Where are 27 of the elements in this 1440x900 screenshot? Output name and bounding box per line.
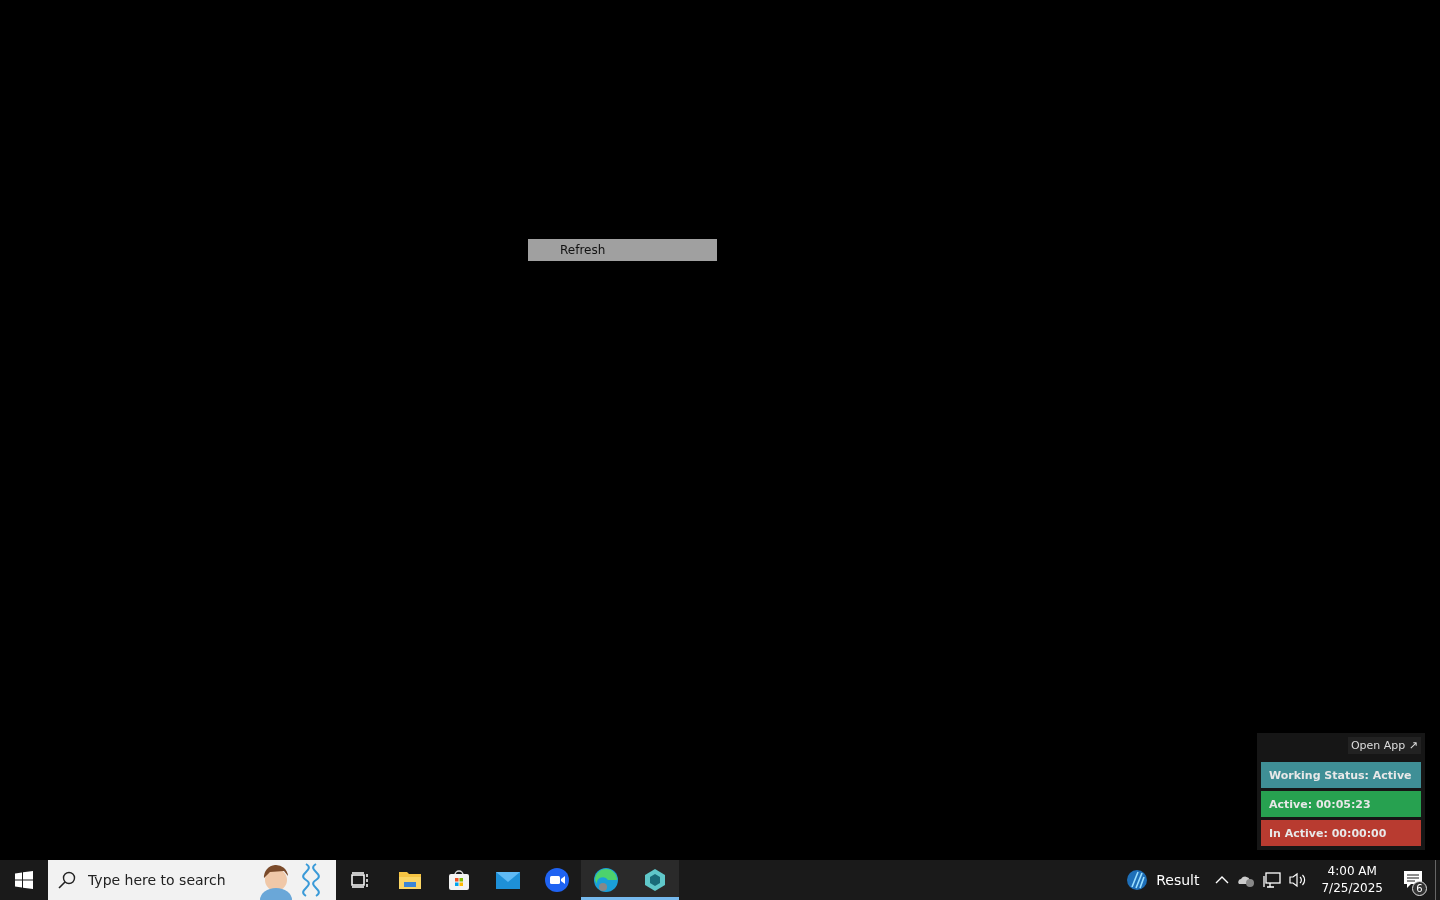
network-icon[interactable] <box>1263 872 1282 888</box>
open-app-button[interactable]: Open App ↗ <box>1347 737 1421 754</box>
status-bar: In Active: 00:00:00 <box>1261 820 1421 846</box>
status-bar: Active: 00:05:23 <box>1261 791 1421 817</box>
notifications-button[interactable]: 6 <box>1391 860 1435 900</box>
search-icon <box>58 871 76 889</box>
taskbar-app-button[interactable] <box>630 860 679 900</box>
clock-date: 7/25/2025 <box>1321 880 1383 897</box>
speaker-icon[interactable] <box>1289 872 1308 888</box>
folder-icon <box>397 870 422 890</box>
search-field[interactable]: Type here to search <box>86 871 240 889</box>
status-bar: Working Status: Active <box>1261 762 1421 788</box>
search-bar[interactable]: Type here to search <box>48 860 336 900</box>
envelope-icon <box>494 870 521 890</box>
notification-count: 6 <box>1412 881 1427 896</box>
shopping-bag-icon <box>447 869 470 891</box>
taskbar-app-button[interactable] <box>581 860 630 900</box>
clock[interactable]: 4:00 AM 7/25/2025 <box>1313 863 1391 897</box>
menu-item[interactable]: Refresh <box>528 239 717 261</box>
browser-icon <box>592 867 619 893</box>
windows-logo-icon <box>15 871 33 889</box>
clock-time: 4:00 AM <box>1327 863 1377 880</box>
hexagon-app-icon <box>642 868 667 892</box>
news-label[interactable]: Result <box>1156 872 1200 888</box>
speech-bubble-icon <box>1403 870 1423 890</box>
task-view-icon <box>350 872 371 888</box>
chevron-up-icon[interactable] <box>1215 875 1230 885</box>
